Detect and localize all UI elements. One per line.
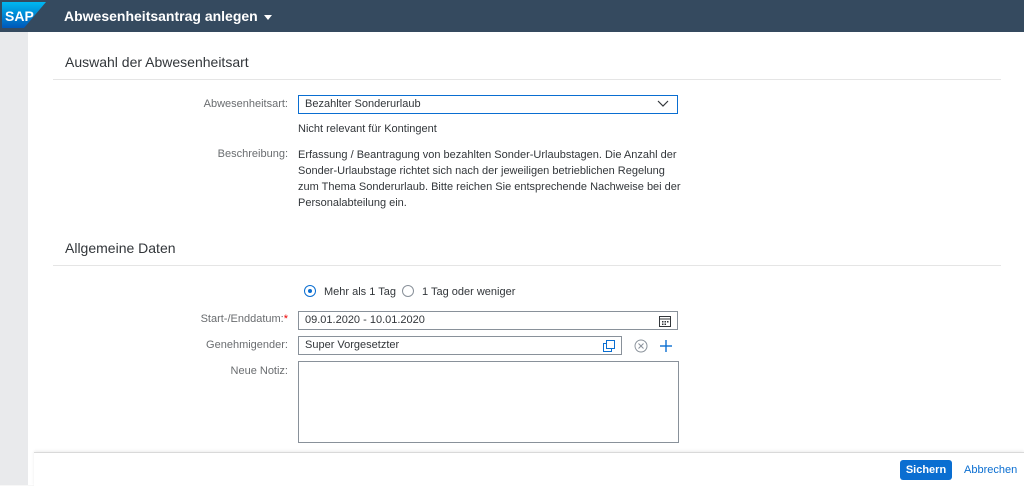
date-label: Start-/Enddatum:* [200,313,288,325]
section-divider [53,265,1001,266]
radio-less-label: 1 Tag oder weniger [422,286,516,298]
svg-text:SAP: SAP [5,8,34,24]
description-text: Erfassung / Beantragung von bezahlten So… [298,149,681,209]
main-content: Auswahl der Abwesenheitsart Abwesenheits… [28,32,1024,485]
clear-icon[interactable] [634,339,648,353]
calendar-icon[interactable] [659,315,671,327]
approver-input[interactable]: Super Vorgesetzter [298,336,622,355]
description-label: Beschreibung: [217,148,288,160]
cancel-button[interactable]: Abbrechen [964,460,1017,480]
footer-toolbar: Sichern Abbrechen [34,452,1024,486]
shell-bar: SAP Abwesenheitsantrag anlegen [0,0,1024,32]
caret-down-icon [263,14,272,20]
absence-type-value: Bezahlter Sonderurlaub [305,98,421,110]
app-title-text: Abwesenheitsantrag anlegen [64,8,258,24]
section-title-general: Allgemeine Daten [65,240,176,256]
absence-type-label: Abwesenheitsart: [203,98,288,110]
app-title-menu[interactable]: Abwesenheitsantrag anlegen [64,8,272,24]
radio-more-label: Mehr als 1 Tag [324,286,396,298]
left-strip [0,32,28,485]
date-range-input[interactable]: 09.01.2020 - 10.01.2020 [298,311,678,330]
add-icon[interactable] [659,339,673,353]
absence-type-select[interactable]: Bezahlter Sonderurlaub [298,95,678,114]
radio-more-than-one-day[interactable] [304,285,316,297]
section-title-absence-type: Auswahl der Abwesenheitsart [65,54,249,70]
approver-value: Super Vorgesetzter [305,339,400,351]
note-label: Neue Notiz: [230,365,288,377]
required-marker: * [283,313,288,325]
save-button[interactable]: Sichern [900,460,952,480]
date-range-value: 09.01.2020 - 10.01.2020 [305,314,425,326]
note-textarea[interactable] [298,361,679,443]
value-help-icon[interactable] [603,340,615,352]
chevron-down-icon [657,100,669,107]
approver-label: Genehmigender: [206,339,288,351]
sap-logo[interactable]: SAP [2,2,46,28]
radio-one-day-or-less[interactable] [402,285,414,297]
quota-note: Nicht relevant für Kontingent [298,123,437,135]
section-divider [53,79,1001,80]
